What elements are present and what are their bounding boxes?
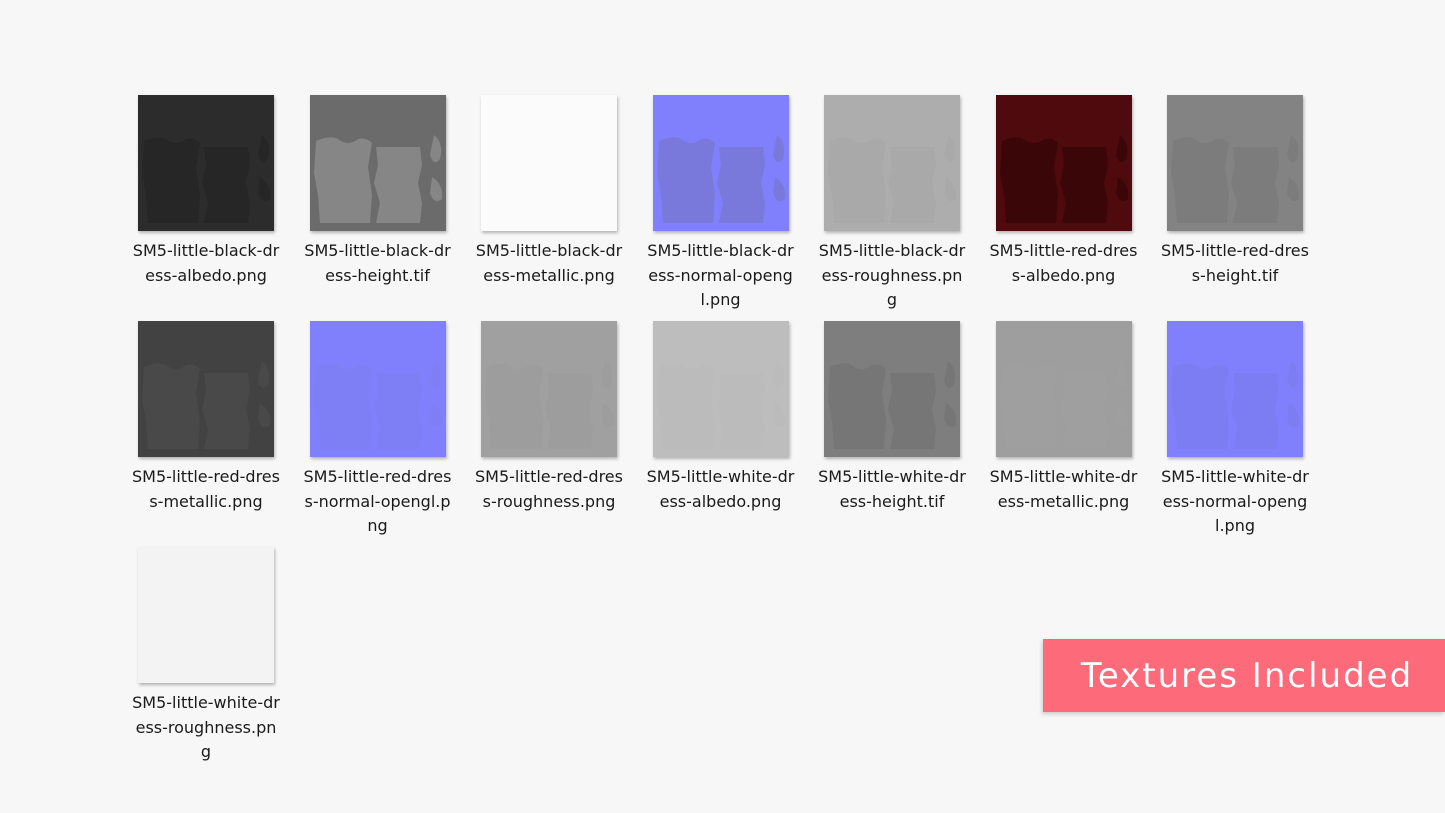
file-thumbnail[interactable] xyxy=(138,95,274,231)
texture-preview xyxy=(656,135,785,223)
file-name: SM5-little-black-dress-albedo.png xyxy=(132,241,280,285)
texture-preview xyxy=(485,135,614,223)
file-item[interactable]: SM5-little-black-dress-metallic.png xyxy=(475,95,623,321)
texture-preview xyxy=(142,135,271,223)
file-name: SM5-little-white-dress-normal-opengl.png xyxy=(1161,467,1309,535)
texture-preview xyxy=(999,135,1128,223)
file-name: SM5-little-black-dress-metallic.png xyxy=(475,241,623,285)
texture-preview xyxy=(999,361,1128,449)
file-thumbnail[interactable] xyxy=(309,321,446,457)
texture-preview xyxy=(828,361,957,449)
file-item[interactable]: SM5-little-black-dress-normal-opengl.png xyxy=(647,95,795,321)
file-name: SM5-little-red-dress-roughness.png xyxy=(475,467,623,511)
file-thumbnail[interactable] xyxy=(1167,95,1303,231)
file-item[interactable]: SM5-little-white-dress-normal-opengl.png xyxy=(1161,321,1309,547)
file-thumbnail[interactable] xyxy=(652,321,789,457)
file-item[interactable]: SM5-little-red-dress-albedo.png xyxy=(990,95,1138,321)
file-thumbnail[interactable] xyxy=(995,95,1132,231)
file-name: SM5-little-white-dress-height.tif xyxy=(818,467,966,511)
file-item[interactable]: SM5-little-black-dress-height.tif xyxy=(304,95,452,321)
file-thumbnail[interactable] xyxy=(138,321,274,457)
file-name: SM5-little-red-dress-height.tif xyxy=(1161,241,1309,285)
file-name: SM5-little-white-dress-metallic.png xyxy=(989,467,1138,511)
file-thumbnail[interactable] xyxy=(138,547,274,683)
file-item[interactable]: SM5-little-white-dress-roughness.png xyxy=(132,547,280,773)
file-thumbnail[interactable] xyxy=(824,321,960,457)
file-item[interactable]: SM5-little-white-dress-height.tif xyxy=(818,321,966,547)
file-thumbnail[interactable] xyxy=(309,95,446,231)
texture-preview xyxy=(142,587,271,675)
file-item[interactable]: SM5-little-red-dress-metallic.png xyxy=(132,321,280,547)
texture-preview xyxy=(485,361,614,449)
file-item[interactable]: SM5-little-red-dress-normal-opengl.png xyxy=(304,321,452,547)
texture-preview xyxy=(313,361,442,449)
file-thumbnail[interactable] xyxy=(1167,321,1303,457)
file-item[interactable]: SM5-little-white-dress-albedo.png xyxy=(647,321,795,547)
file-thumbnail[interactable] xyxy=(481,95,617,231)
file-name: SM5-little-black-dress-roughness.png xyxy=(818,241,966,309)
texture-preview xyxy=(828,135,957,223)
file-thumbnail[interactable] xyxy=(824,95,960,231)
file-thumbnail[interactable] xyxy=(481,321,617,457)
file-item[interactable]: SM5-little-black-dress-albedo.png xyxy=(132,95,280,321)
badge-label: Textures Included xyxy=(1080,655,1414,696)
file-name: SM5-little-white-dress-albedo.png xyxy=(646,467,795,511)
texture-preview xyxy=(1171,135,1300,223)
file-item[interactable]: SM5-little-white-dress-metallic.png xyxy=(990,321,1138,547)
texture-preview xyxy=(1171,361,1300,449)
file-name: SM5-little-red-dress-normal-opengl.png xyxy=(303,467,452,535)
file-item[interactable]: SM5-little-black-dress-roughness.png xyxy=(818,95,966,321)
file-name: SM5-little-red-dress-albedo.png xyxy=(989,241,1138,285)
file-name: SM5-little-white-dress-roughness.png xyxy=(132,693,280,761)
file-name: SM5-little-red-dress-metallic.png xyxy=(132,467,280,511)
file-item[interactable]: SM5-little-red-dress-roughness.png xyxy=(475,321,623,547)
texture-preview xyxy=(142,361,271,449)
texture-preview xyxy=(313,135,442,223)
file-item[interactable]: SM5-little-red-dress-height.tif xyxy=(1161,95,1309,321)
file-thumbnail[interactable] xyxy=(995,321,1132,457)
textures-included-badge: Textures Included xyxy=(1043,639,1445,712)
file-name: SM5-little-black-dress-height.tif xyxy=(304,241,451,285)
file-thumbnail[interactable] xyxy=(652,95,789,231)
texture-preview xyxy=(656,361,785,449)
file-name: SM5-little-black-dress-normal-opengl.png xyxy=(647,241,794,309)
